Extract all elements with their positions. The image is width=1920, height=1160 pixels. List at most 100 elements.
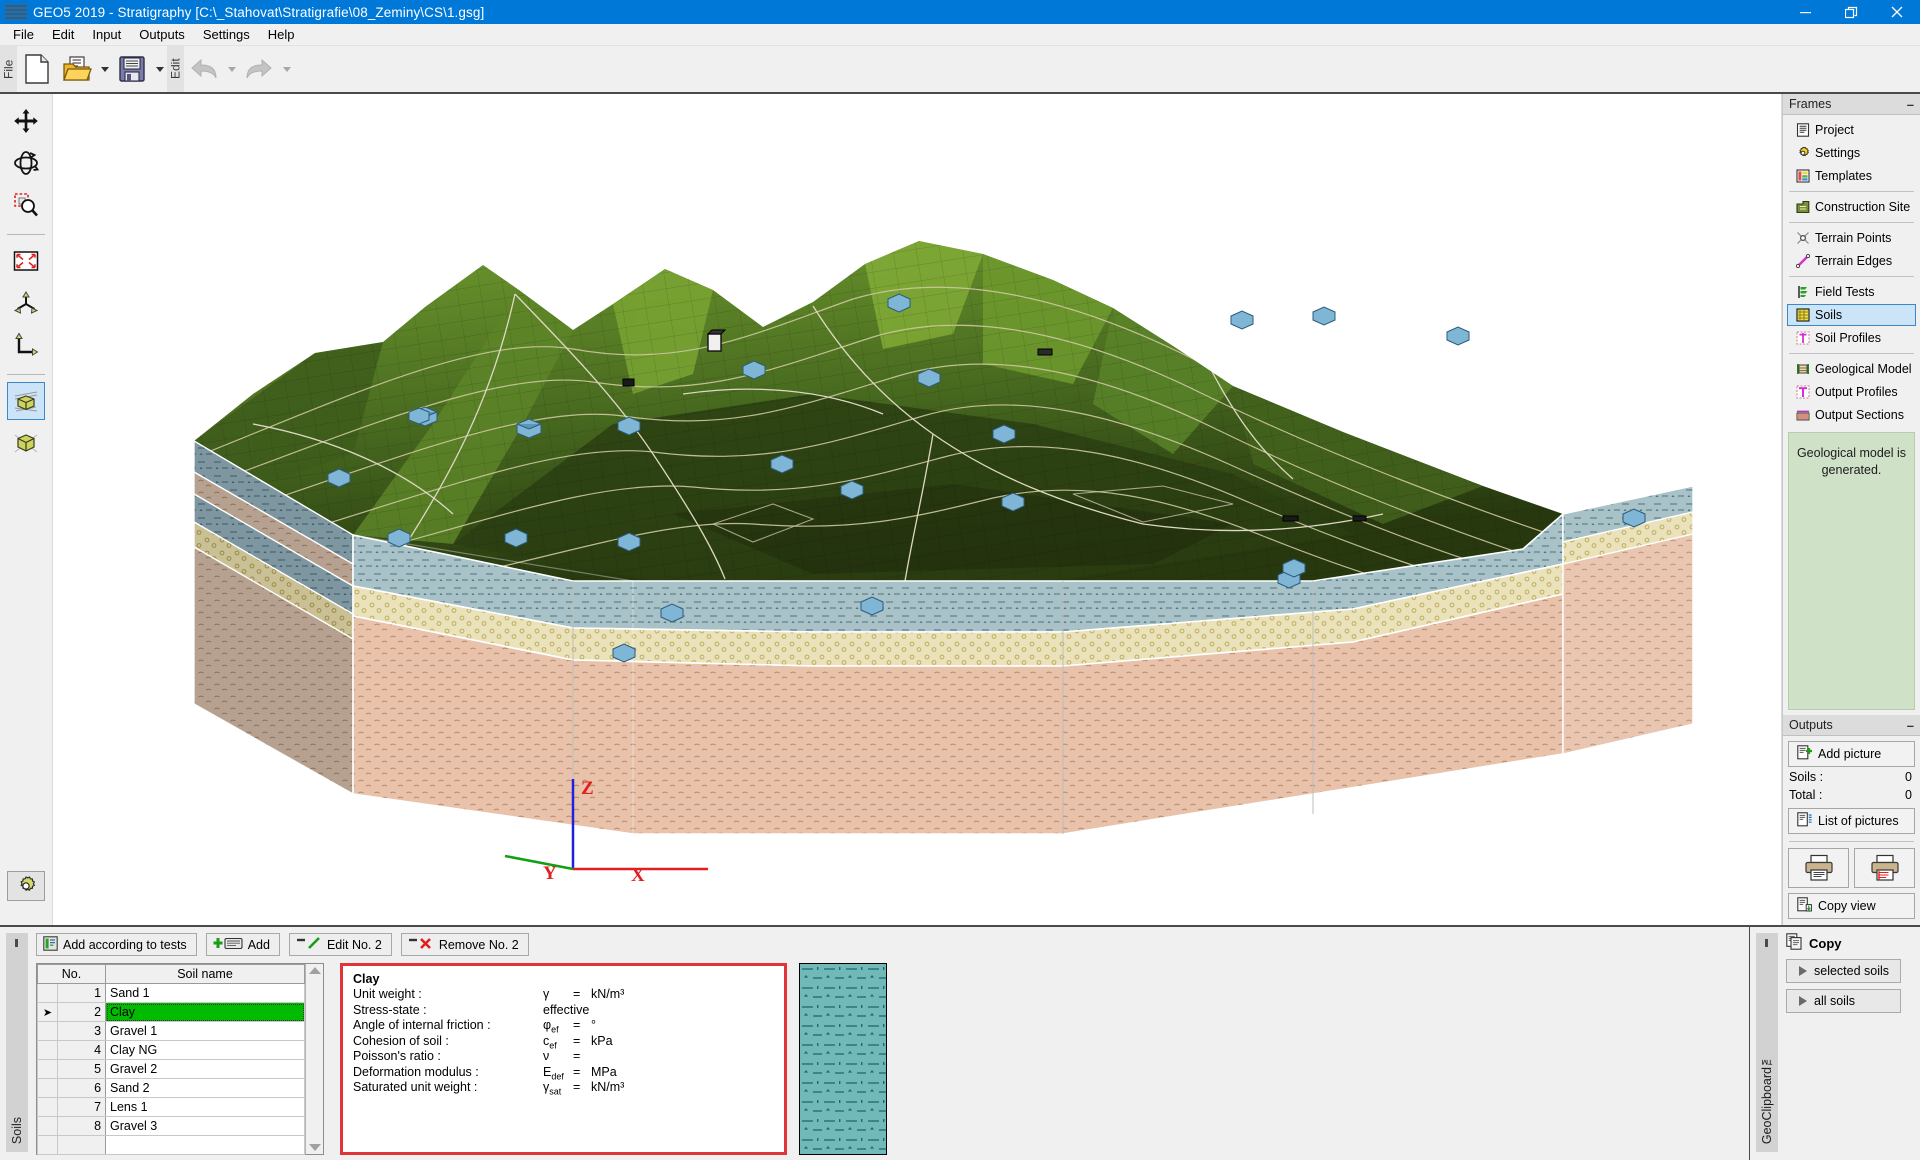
scroll-up-icon[interactable]: [308, 967, 321, 974]
open-file-dropdown[interactable]: [97, 47, 112, 91]
property-unit: °: [591, 1018, 596, 1032]
sidebar-item-terrain-edges[interactable]: Terrain Edges: [1787, 250, 1916, 272]
frames-panel-minimize[interactable]: –: [1907, 97, 1914, 112]
zoom-window-tool-button[interactable]: [7, 186, 45, 224]
geoclipboard-tab[interactable]: GeoClipboard™: [1756, 933, 1778, 1152]
save-file-button[interactable]: [112, 47, 152, 91]
soils-table-scrollbar[interactable]: [305, 964, 323, 1154]
sidebar-item-soils[interactable]: Soils: [1787, 304, 1916, 326]
view-settings-button[interactable]: [7, 871, 45, 901]
row-soil-name[interactable]: Gravel 1: [105, 1021, 305, 1041]
property-equals: =: [573, 1080, 581, 1094]
table-row[interactable]: 3 Gravel 1: [37, 1021, 305, 1041]
copy-all-soils-button[interactable]: all soils: [1786, 989, 1901, 1013]
list-of-pictures-button[interactable]: List of pictures: [1788, 808, 1915, 834]
outputs-soils-label: Soils :: [1789, 770, 1824, 784]
rotate-tool-button[interactable]: [7, 144, 45, 182]
outputs-total-label: Total :: [1789, 788, 1823, 802]
sidebar-item-field-tests[interactable]: Field Tests: [1787, 281, 1916, 303]
table-row[interactable]: 5 Gravel 2: [37, 1059, 305, 1079]
construction-site-icon: [1795, 200, 1810, 215]
row-soil-name[interactable]: Lens 1: [105, 1097, 305, 1117]
table-row[interactable]: 1 Sand 1: [37, 983, 305, 1003]
row-soil-name[interactable]: Gravel 2: [105, 1059, 305, 1079]
menu-file[interactable]: File: [4, 25, 43, 44]
model-3d-view[interactable]: Z X Y: [53, 94, 1782, 925]
axonometry-tool-button[interactable]: [7, 284, 45, 322]
sidebar-item-soil-profiles[interactable]: Soil Profiles: [1787, 327, 1916, 349]
sidebar-item-geological-model[interactable]: Geological Model: [1787, 358, 1916, 380]
row-soil-name[interactable]: Clay: [105, 1002, 305, 1022]
table-row[interactable]: 7 Lens 1: [37, 1097, 305, 1117]
sidebar-item-output-profiles[interactable]: Output Profiles: [1787, 381, 1916, 403]
sidebar-item-label: Soil Profiles: [1815, 331, 1881, 345]
menu-edit[interactable]: Edit: [43, 25, 83, 44]
row-soil-name[interactable]: Gravel 3: [105, 1116, 305, 1136]
outputs-panel-header: Outputs –: [1783, 715, 1920, 736]
property-unit: [591, 1049, 784, 1065]
undo-button[interactable]: [184, 47, 224, 91]
menu-help[interactable]: Help: [259, 25, 304, 44]
restore-button[interactable]: [1828, 0, 1874, 24]
redo-dropdown[interactable]: [279, 47, 294, 91]
close-button[interactable]: [1874, 0, 1920, 24]
column-header-no: No.: [36, 964, 107, 984]
remove-soil-button[interactable]: Remove No. 2: [400, 933, 529, 956]
cut-model-tool-button[interactable]: [7, 382, 45, 420]
sidebar-item-templates[interactable]: Templates: [1787, 165, 1916, 187]
sidebar-item-settings[interactable]: Settings: [1787, 142, 1916, 164]
property-equals: =: [573, 1049, 581, 1063]
add-picture-button[interactable]: Add picture: [1788, 741, 1915, 767]
property-label: Poisson's ratio :: [353, 1049, 441, 1063]
play-triangle-icon: [1799, 996, 1807, 1006]
edit-soil-button[interactable]: Edit No. 2: [288, 933, 392, 956]
copy-selected-soils-button[interactable]: selected soils: [1786, 959, 1901, 983]
minimize-button[interactable]: [1782, 0, 1828, 24]
sidebar-item-label: Terrain Points: [1815, 231, 1892, 245]
geological-model-icon: [1795, 362, 1810, 377]
fit-to-screen-tool-button[interactable]: [7, 242, 45, 280]
outputs-panel-minimize[interactable]: –: [1907, 718, 1914, 733]
redo-button[interactable]: [239, 47, 279, 91]
print-button[interactable]: [1788, 848, 1849, 888]
print-preview-button[interactable]: [1854, 848, 1915, 888]
soils-tab[interactable]: Soils: [6, 933, 28, 1152]
table-row[interactable]: ➤ 2 Clay: [37, 1002, 305, 1022]
row-marker: [37, 1135, 58, 1155]
row-number: 3: [56, 1021, 107, 1041]
menu-settings[interactable]: Settings: [194, 25, 259, 44]
pan-tool-button[interactable]: [7, 102, 45, 140]
outputs-soils-value: 0: [1905, 770, 1912, 784]
table-row[interactable]: 6 Sand 2: [37, 1078, 305, 1098]
sidebar-item-terrain-points[interactable]: Terrain Points: [1787, 227, 1916, 249]
menu-outputs[interactable]: Outputs: [130, 25, 194, 44]
undo-dropdown[interactable]: [224, 47, 239, 91]
menu-input[interactable]: Input: [83, 25, 130, 44]
new-file-button[interactable]: [17, 47, 57, 91]
sidebar-item-output-sections[interactable]: Output Sections: [1787, 404, 1916, 426]
table-row[interactable]: 8 Gravel 3: [37, 1116, 305, 1136]
soil-properties-grid: Unit weight : γ = kN/m³ Stress-state : e…: [353, 987, 784, 1097]
row-soil-name[interactable]: Clay NG: [105, 1040, 305, 1060]
add-according-to-tests-button[interactable]: Add according to tests: [36, 933, 197, 956]
plan-view-tool-button[interactable]: [7, 326, 45, 364]
row-number: 7: [56, 1097, 107, 1117]
sidebar-item-construction-site[interactable]: Construction Site: [1787, 196, 1916, 218]
add-from-tests-icon: [43, 935, 58, 954]
open-file-button[interactable]: [57, 47, 97, 91]
remove-icon: [408, 936, 434, 954]
application-window: GEO5 2019 - Stratigraphy [C:\_Stahovat\S…: [0, 0, 1920, 1160]
scroll-down-icon[interactable]: [308, 1144, 321, 1151]
list-of-pictures-icon: [1797, 812, 1812, 830]
sidebar-item-project[interactable]: Project: [1787, 119, 1916, 141]
save-file-dropdown[interactable]: [152, 47, 167, 91]
row-soil-name[interactable]: Sand 1: [105, 983, 305, 1003]
row-marker: [37, 1040, 58, 1060]
table-row[interactable]: 4 Clay NG: [37, 1040, 305, 1060]
copy-view-button[interactable]: Copy view: [1788, 893, 1915, 919]
add-soil-button[interactable]: Add: [205, 933, 280, 956]
solid-model-tool-button[interactable]: [7, 424, 45, 462]
frames-panel-title: Frames: [1789, 97, 1832, 111]
row-soil-name[interactable]: Sand 2: [105, 1078, 305, 1098]
row-number: 2: [56, 1002, 107, 1022]
